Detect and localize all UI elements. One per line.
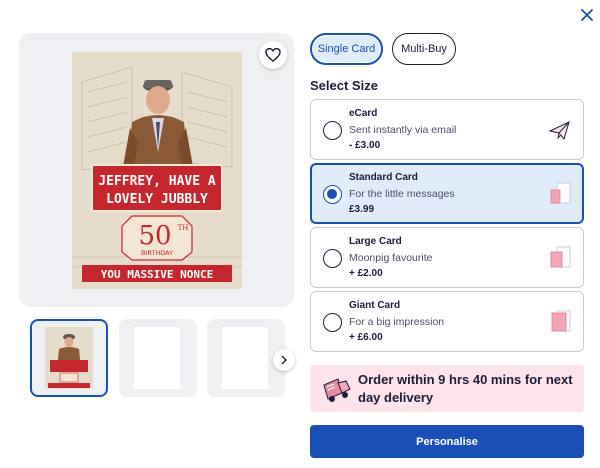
- size-option-price: + £2.00: [349, 268, 383, 279]
- tab-single-card[interactable]: Single Card: [310, 33, 383, 65]
- size-option-description: For a big impression: [349, 316, 445, 328]
- delivery-message: Order within 9 hrs 40 mins for next day …: [358, 372, 573, 405]
- size-option-price: £3.99: [349, 204, 375, 215]
- chevron-right-icon: [281, 355, 287, 365]
- thumbnail-next-button[interactable]: [273, 349, 295, 371]
- size-option-standard[interactable]: Standard Card For the little messages £3…: [310, 163, 584, 224]
- size-option-name: Large Card: [349, 236, 402, 247]
- delivery-banner: Order within 9 hrs 40 mins for next day …: [310, 365, 584, 412]
- close-button[interactable]: [578, 6, 596, 24]
- tab-single-card-label: Single Card: [317, 43, 376, 55]
- radio-large[interactable]: [323, 249, 342, 268]
- card-headline-2: LOVELY JUBBLY: [106, 192, 208, 207]
- thumbnail-inside-left[interactable]: [119, 319, 197, 397]
- radio-ecard[interactable]: [323, 121, 342, 140]
- radio-giant[interactable]: [323, 313, 342, 332]
- size-option-name: eCard: [349, 108, 378, 119]
- close-icon: [581, 9, 593, 21]
- tab-multi-buy[interactable]: Multi-Buy: [392, 33, 456, 65]
- heart-icon: [265, 47, 281, 62]
- radio-standard[interactable]: [323, 185, 342, 204]
- paper-plane-icon: [548, 121, 570, 141]
- card-headline-1: JEFFREY, HAVE A: [98, 174, 216, 189]
- tab-multi-buy-label: Multi-Buy: [401, 43, 447, 55]
- size-option-name: Standard Card: [349, 172, 418, 183]
- giant-card-size-icon: [551, 310, 571, 332]
- personalise-button-label: Personalise: [416, 435, 478, 448]
- size-option-name: Giant Card: [349, 300, 401, 311]
- size-option-ecard[interactable]: eCard Sent instantly via email - £3.00: [310, 99, 584, 160]
- large-card-size-icon: [550, 246, 571, 268]
- personalise-button[interactable]: Personalise: [310, 425, 584, 458]
- card-age: 50: [138, 221, 171, 251]
- size-option-description: Moonpig favourite: [349, 252, 433, 264]
- size-option-price: - £3.00: [349, 140, 381, 151]
- size-option-description: Sent instantly via email: [349, 124, 457, 136]
- standard-card-size-icon: [550, 182, 571, 204]
- card-image[interactable]: JEFFREY, HAVE A LOVELY JUBBLY 50 TH BIRT…: [72, 52, 242, 289]
- select-size-heading: Select Size: [310, 78, 378, 93]
- card-footer-text: YOU MASSIVE NONCE: [101, 268, 214, 281]
- size-option-description: For the little messages: [349, 188, 455, 200]
- card-age-suffix: TH: [178, 224, 189, 232]
- size-option-giant[interactable]: Giant Card For a big impression + £6.00: [310, 291, 584, 352]
- card-birthday: BIRTHDAY: [141, 249, 173, 257]
- size-option-large[interactable]: Large Card Moonpig favourite + £2.00: [310, 227, 584, 288]
- thumbnail-front-image: [45, 327, 93, 389]
- thumbnail-front[interactable]: [30, 319, 108, 397]
- delivery-van-icon: [323, 378, 351, 402]
- size-option-price: + £6.00: [349, 332, 383, 343]
- favourite-button[interactable]: [259, 41, 287, 69]
